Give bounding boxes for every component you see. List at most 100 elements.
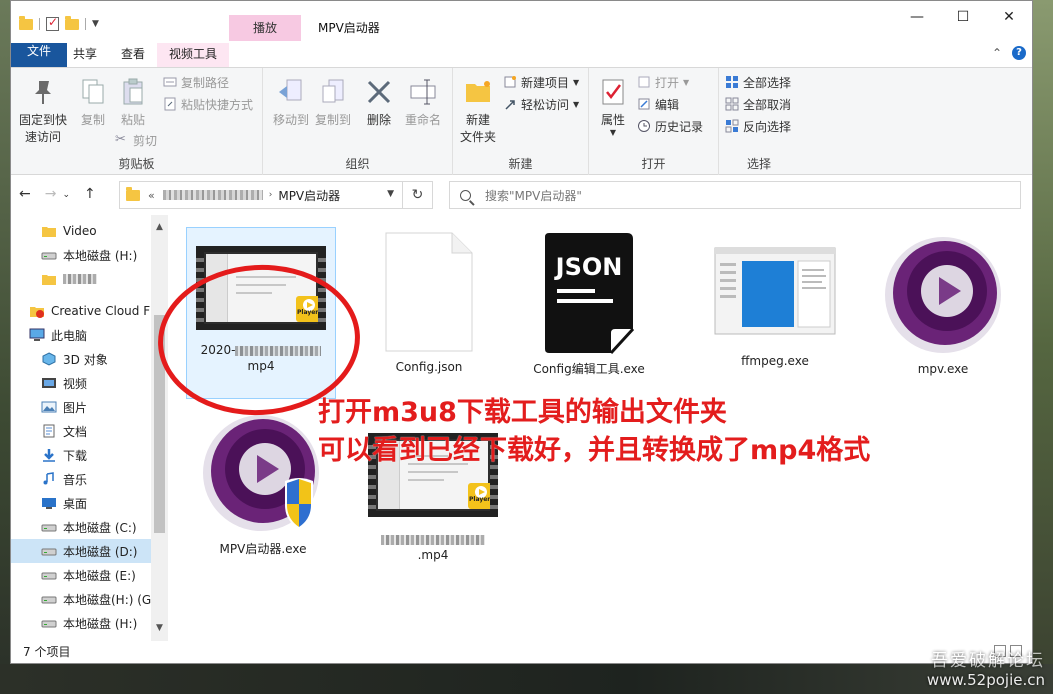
sidebar-item[interactable]: 本地磁盘 (E:) — [11, 563, 151, 587]
new-folder-icon[interactable] — [65, 15, 79, 30]
chevron-right-icon[interactable]: › — [269, 190, 273, 200]
sidebar-item[interactable]: 桌面 — [11, 491, 151, 515]
desktop-icon — [41, 496, 57, 510]
properties-icon — [597, 76, 629, 108]
select-all-button[interactable]: 全部选择 — [725, 72, 791, 92]
sidebar-item-label: Video — [63, 224, 97, 238]
sidebar-item[interactable]: 视频 — [11, 371, 151, 395]
scroll-down-icon[interactable]: ▼ — [151, 620, 168, 637]
edit-button[interactable]: 编辑 — [637, 94, 679, 114]
sidebar-item[interactable]: 本地磁盘(H:) (G — [11, 587, 151, 611]
sidebar-item[interactable]: 图片 — [11, 395, 151, 419]
mpv-launcher-icon — [201, 411, 325, 535]
sidebar-item[interactable]: 下载 — [11, 443, 151, 467]
move-to-button[interactable]: 移动到 — [271, 76, 311, 129]
pin-quick-access-button[interactable]: 固定到快 速访问 — [17, 76, 69, 146]
maximize-button[interactable]: ☐ — [940, 1, 986, 33]
open-button[interactable]: 打开 ▼ — [637, 72, 689, 92]
new-item-button[interactable]: 新建项目 ▼ — [503, 72, 579, 92]
cut-button[interactable]: ✂ 剪切 — [115, 130, 157, 150]
mpv-player-icon — [883, 235, 1003, 355]
help-icon[interactable]: ? — [1012, 46, 1026, 60]
paste-button[interactable]: 粘贴 — [115, 76, 151, 129]
copy-to-button[interactable]: 复制到 — [313, 76, 353, 129]
history-button[interactable]: 历史记录 — [637, 116, 703, 136]
select-none-icon — [725, 97, 739, 111]
scissors-icon: ✂ — [115, 132, 126, 147]
back-arrow-icon[interactable]: ← — [19, 186, 31, 204]
window-title: MPV启动器 — [318, 21, 380, 35]
up-arrow-icon[interactable]: ↑ — [84, 186, 96, 204]
navigation-scrollbar[interactable]: ▲ ▼ — [151, 215, 168, 641]
breadcrumb-blurred[interactable] — [162, 190, 263, 200]
application-window-icon — [714, 247, 836, 335]
svg-text:JSON: JSON — [554, 253, 623, 281]
select-none-button[interactable]: 全部取消 — [725, 94, 791, 114]
sidebar-item[interactable]: 本地磁盘 (H:) — [11, 611, 151, 635]
group-label-organize: 组织 — [345, 157, 370, 171]
music-icon — [41, 472, 57, 486]
address-bar[interactable]: « › MPV启动器 ▼ ↻ — [119, 181, 433, 209]
folder-icon — [41, 272, 57, 286]
sidebar-item-label: 本地磁盘 (H:) — [63, 248, 138, 263]
sidebar-item[interactable] — [11, 267, 151, 291]
invert-selection-button[interactable]: 反向选择 — [725, 116, 791, 136]
properties-icon[interactable] — [46, 15, 59, 31]
close-button[interactable]: ✕ — [986, 1, 1032, 33]
minimize-button[interactable]: — — [894, 1, 940, 33]
sidebar-item[interactable]: 文档 — [11, 419, 151, 443]
recent-locations-icon[interactable]: ⌄ — [62, 186, 70, 204]
sidebar-item-label: 图片 — [63, 400, 88, 415]
file-item[interactable]: mpv.exe — [868, 235, 1018, 377]
file-item[interactable]: Config.json — [354, 231, 504, 375]
tab-video-tools[interactable]: 视频工具 — [157, 43, 230, 67]
creative-cloud-icon — [29, 304, 45, 318]
forward-arrow-icon[interactable]: → — [45, 186, 57, 204]
computer-icon — [29, 328, 45, 342]
tab-view[interactable]: 查看 — [109, 43, 157, 67]
file-item[interactable]: ffmpeg.exe — [700, 247, 850, 369]
file-item[interactable]: MPV启动器.exe — [188, 411, 338, 557]
download-icon — [41, 448, 57, 462]
easy-access-button[interactable]: 轻松访问 ▼ — [503, 94, 579, 114]
desktop-background-bottom — [0, 664, 1053, 694]
sidebar-item[interactable]: 此电脑 — [11, 323, 151, 347]
sidebar-item[interactable]: 本地磁盘 (H:) — [11, 243, 151, 267]
rename-button[interactable]: 重命名 — [401, 76, 445, 129]
paste-icon — [117, 76, 149, 108]
folder-icon — [41, 224, 57, 238]
sidebar-item[interactable]: 音乐 — [11, 467, 151, 491]
paste-shortcut-button[interactable]: 粘贴快捷方式 — [163, 94, 253, 114]
scroll-up-icon[interactable]: ▲ — [151, 219, 168, 236]
ribbon-tabs: 文件 主页 共享 查看 视频工具 ⌃ ? — [11, 41, 1032, 67]
tab-share[interactable]: 共享 — [61, 43, 109, 67]
sidebar-item-label: 3D 对象 — [63, 352, 108, 367]
copy-button[interactable]: 复制 — [75, 76, 111, 129]
delete-button[interactable]: 删除 — [363, 76, 395, 129]
sidebar-item[interactable]: Video — [11, 219, 151, 243]
sidebar-item[interactable]: 3D 对象 — [11, 347, 151, 371]
annotation-line-2: 可以看到已经下载好，并且转换成了mp4格式 — [318, 435, 871, 466]
chevron-up-icon[interactable]: ⌃ — [992, 46, 1002, 60]
copy-path-button[interactable]: 复制路径 — [163, 72, 229, 92]
annotation-line-1: 打开m3u8下载工具的输出文件夹 — [318, 397, 727, 428]
ribbon: 固定到快 速访问 复制 粘贴 复制路径 粘贴快捷方式 ✂ 剪切 剪贴板 移动到 … — [11, 67, 1032, 176]
navigation-buttons: ← → ⌄ ↑ — [19, 186, 96, 204]
breadcrumb-overflow[interactable]: « — [148, 189, 155, 202]
customize-toolbar-icon[interactable]: ▼ — [92, 19, 99, 29]
tab-file[interactable]: 文件 — [11, 43, 67, 67]
new-folder-button[interactable]: 新建 文件夹 — [457, 76, 499, 146]
search-box[interactable]: 搜索"MPV启动器" — [449, 181, 1021, 209]
refresh-icon[interactable]: ↻ — [402, 182, 432, 208]
site-watermark: 吾爱破解论坛 www.52pojie.cn — [926, 651, 1045, 690]
address-row: ← → ⌄ ↑ « › MPV启动器 ▼ ↻ 搜索"MPV启动器" — [11, 175, 1032, 215]
breadcrumb-current[interactable]: MPV启动器 — [278, 187, 340, 204]
sidebar-item[interactable]: 本地磁盘 (D:) — [11, 539, 151, 563]
properties-button[interactable]: 属性 ▼ — [595, 76, 631, 137]
sidebar-item[interactable]: 本地磁盘 (C:) — [11, 515, 151, 539]
file-item[interactable]: JSON Config编辑工具.exe — [514, 233, 664, 377]
sidebar-item-label: 本地磁盘 (E:) — [63, 568, 136, 583]
chevron-down-icon[interactable]: ▼ — [387, 189, 394, 199]
invert-selection-icon — [725, 119, 739, 133]
sidebar-item[interactable]: Creative Cloud F — [11, 299, 151, 323]
